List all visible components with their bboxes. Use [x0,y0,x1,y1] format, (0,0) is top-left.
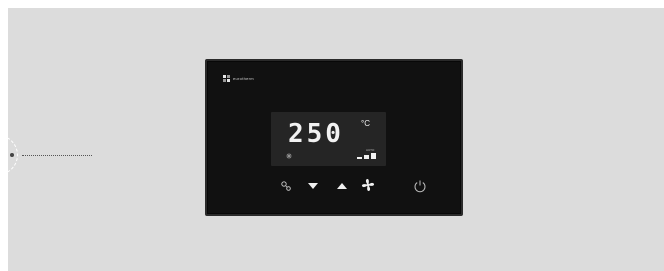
arrow-up-icon [337,183,347,189]
temperature-up-button[interactable] [335,180,349,192]
temperature-unit: °C [361,119,370,128]
fan-button[interactable] [360,177,376,193]
power-icon [414,180,426,193]
callout-dot [10,153,14,157]
brand-logo-icon [223,75,230,82]
brand: eurotherm [223,75,254,82]
mode-icon [281,181,291,191]
mode-button[interactable] [279,179,293,193]
fan-level-bars-icon [357,153,376,159]
fan-icon [361,178,375,192]
fan-mode-label: AUTO [366,148,375,152]
thermostat-panel: eurotherm 250 °C AUTO [205,59,463,216]
callout-leader-line [22,155,92,156]
temperature-readout: 250 [288,119,344,149]
lcd-screen: 250 °C AUTO [271,112,386,166]
snowflake-icon [286,153,292,159]
temperature-down-button[interactable] [306,180,320,192]
brand-name: eurotherm [233,76,254,81]
arrow-down-icon [308,183,318,189]
power-button[interactable] [412,178,428,194]
